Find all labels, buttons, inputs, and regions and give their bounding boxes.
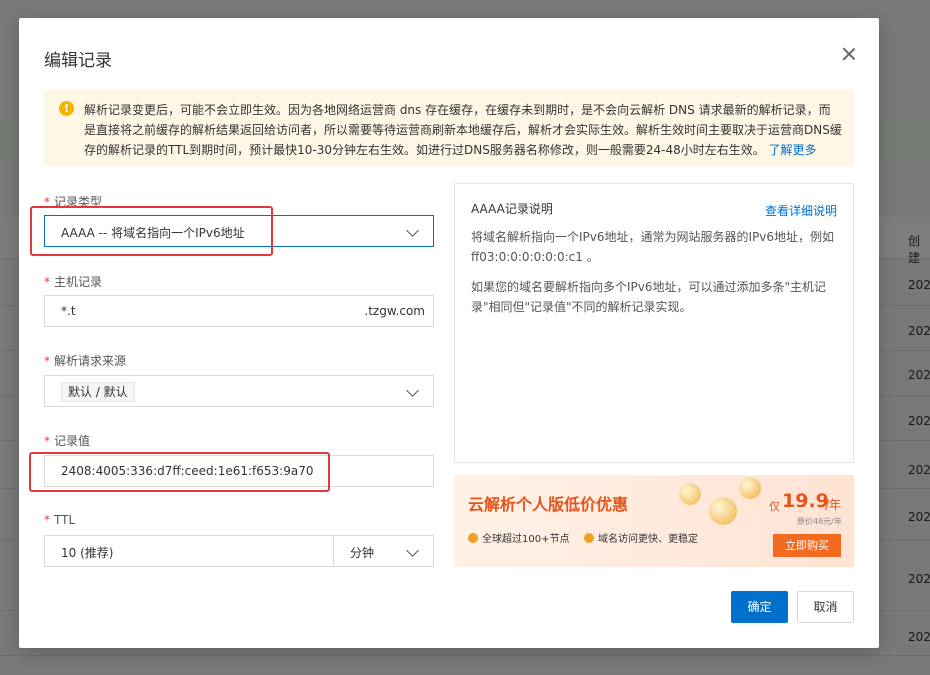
buy-now-button[interactable]: 立即购买 [773,534,841,557]
host-record-value: *.t [61,304,76,318]
promo-price: 19.9 [782,490,829,512]
learn-more-link[interactable]: 了解更多 [769,143,817,157]
record-type-select[interactable]: AAAA -- 将域名指向一个IPv6地址 [44,215,434,247]
alert-text: 解析记录变更后，可能不会立即生效。因为各地网络运营商 dns 存在缓存，在缓存未… [84,103,842,157]
price-unit: /年 [825,498,842,512]
info-paragraph: 如果您的域名要解析指向多个IPv6地址，可以通过添加多条"主机记录"相同但"记录… [471,280,827,314]
ttl-input[interactable]: 10 (推荐) [44,535,334,567]
source-tag: 默认 / 默认 [61,382,135,402]
dialog-title: 编辑记录 [44,51,112,71]
coin-icon [739,477,761,499]
chevron-down-icon [406,384,419,397]
source-select[interactable]: 默认 / 默认 [44,375,434,407]
confirm-button[interactable]: 确定 [731,591,788,623]
promo-banner[interactable]: 云解析个人版低价优惠 全球超过100+节点 域名访问更快、更稳定 仅 19.9 … [454,475,854,567]
promo-feature: 全球超过100+节点 [468,530,569,545]
record-type-label: * 记录类型 [44,195,103,209]
record-type-value: AAAA -- 将域名指向一个IPv6地址 [61,226,245,240]
promo-feature: 域名访问更快、更稳定 [584,530,698,545]
record-value-input[interactable]: 2408:4005:336:d7ff:ceed:1e61:f653:9a70 [44,455,434,487]
info-paragraph: 将域名解析指向一个IPv6地址，通常为网站服务器的IPv6地址，例如ff03:0… [471,230,835,264]
cancel-button[interactable]: 取消 [797,591,854,623]
original-price: 原价48元/年 [797,517,842,526]
coin-icon [709,497,737,525]
record-info-panel: AAAA记录说明 查看详细说明 将域名解析指向一个IPv6地址，通常为网站服务器… [454,183,854,463]
chevron-down-icon [406,224,419,237]
record-value-text: 2408:4005:336:d7ff:ceed:1e61:f653:9a70 [61,464,314,478]
coin-icon [679,483,701,505]
source-label: * 解析请求来源 [44,354,127,368]
record-value-label: * 记录值 [44,434,91,448]
host-record-input[interactable]: *.t .tzgw.com [44,295,434,327]
close-icon[interactable] [841,46,857,62]
warning-alert: ! 解析记录变更后，可能不会立即生效。因为各地网络运营商 dns 存在缓存，在缓… [44,90,854,166]
edit-record-dialog: 编辑记录 ! 解析记录变更后，可能不会立即生效。因为各地网络运营商 dns 存在… [19,18,879,648]
ttl-value: 10 (推荐) [61,546,114,560]
price-prefix: 仅 [769,500,780,513]
ttl-unit-select[interactable]: 分钟 [333,535,434,567]
host-record-label: * 主机记录 [44,275,103,289]
warning-icon: ! [59,101,74,116]
ttl-label: * TTL [44,513,76,527]
view-details-link[interactable]: 查看详细说明 [765,202,837,219]
check-icon [584,533,594,543]
check-icon [468,533,478,543]
domain-suffix: .tzgw.com [364,304,425,318]
promo-title: 云解析个人版低价优惠 [468,495,629,514]
chevron-down-icon [406,544,419,557]
ttl-unit: 分钟 [350,546,375,560]
